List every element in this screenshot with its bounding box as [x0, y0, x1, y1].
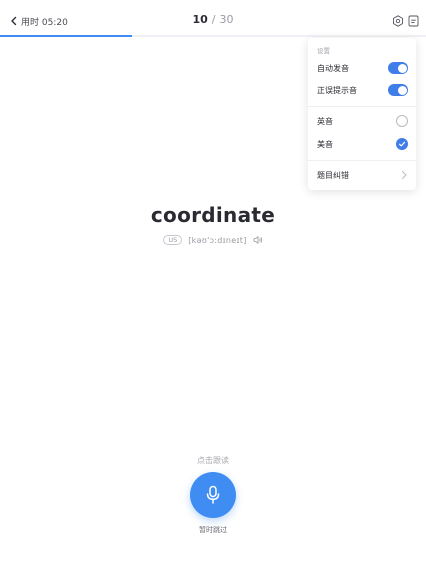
british-accent-row[interactable]: 英音	[308, 111, 416, 131]
answer-sound-label: 正误提示音	[317, 85, 357, 95]
settings-icon	[392, 14, 403, 27]
auto-play-label: 自动发音	[317, 63, 349, 73]
american-accent-label: 美音	[317, 139, 333, 149]
read-along-hint: 点击跟读	[197, 456, 229, 465]
skip-button[interactable]: 暂时跳过	[0, 525, 426, 535]
report-error-row[interactable]: 题目纠错	[308, 165, 416, 185]
answer-sound-toggle[interactable]	[388, 84, 408, 96]
divider	[308, 106, 416, 107]
progress-track	[0, 35, 426, 37]
american-accent-row[interactable]: 美音	[308, 134, 416, 154]
auto-play-row: 自动发音	[308, 58, 416, 78]
divider	[308, 160, 416, 161]
progress-total: 30	[219, 13, 234, 26]
word-text: coordinate	[150, 203, 276, 227]
pronunciation-row: US [kəʊ'ɔːdɪneɪt]	[0, 235, 426, 245]
phonetic-text: [kəʊ'ɔːdɪneɪt]	[188, 235, 247, 245]
progress-fill	[0, 35, 133, 37]
british-accent-label: 英音	[317, 116, 333, 126]
toggle-knob	[397, 63, 407, 73]
play-pronunciation-button[interactable]	[253, 235, 263, 245]
progress-current: 10	[192, 13, 208, 26]
progress-counter: 10/30	[0, 13, 426, 26]
auto-play-toggle[interactable]	[388, 62, 408, 74]
report-error-label: 题目纠错	[317, 170, 349, 180]
settings-title: 设置	[317, 47, 330, 55]
note-button[interactable]	[407, 14, 420, 27]
toggle-knob	[397, 85, 407, 95]
progress-separator: /	[211, 13, 216, 26]
british-accent-radio[interactable]	[396, 115, 408, 127]
settings-dropdown: 设置 自动发音 正误提示音 英音 美音 题目纠错	[308, 38, 416, 190]
microphone-icon	[206, 485, 220, 504]
record-button[interactable]	[190, 472, 236, 518]
settings-button[interactable]	[391, 14, 404, 27]
american-accent-radio[interactable]	[396, 138, 408, 150]
accent-badge: US	[163, 235, 183, 245]
check-icon	[398, 141, 406, 147]
answer-sound-row: 正误提示音	[308, 80, 416, 100]
word-practice-screen: 用时 05:20 10/30 coordinate US [kəʊ'ɔːdɪne…	[0, 0, 426, 568]
note-icon	[408, 15, 419, 26]
chevron-right-icon	[402, 171, 407, 179]
speaker-icon	[253, 236, 262, 244]
